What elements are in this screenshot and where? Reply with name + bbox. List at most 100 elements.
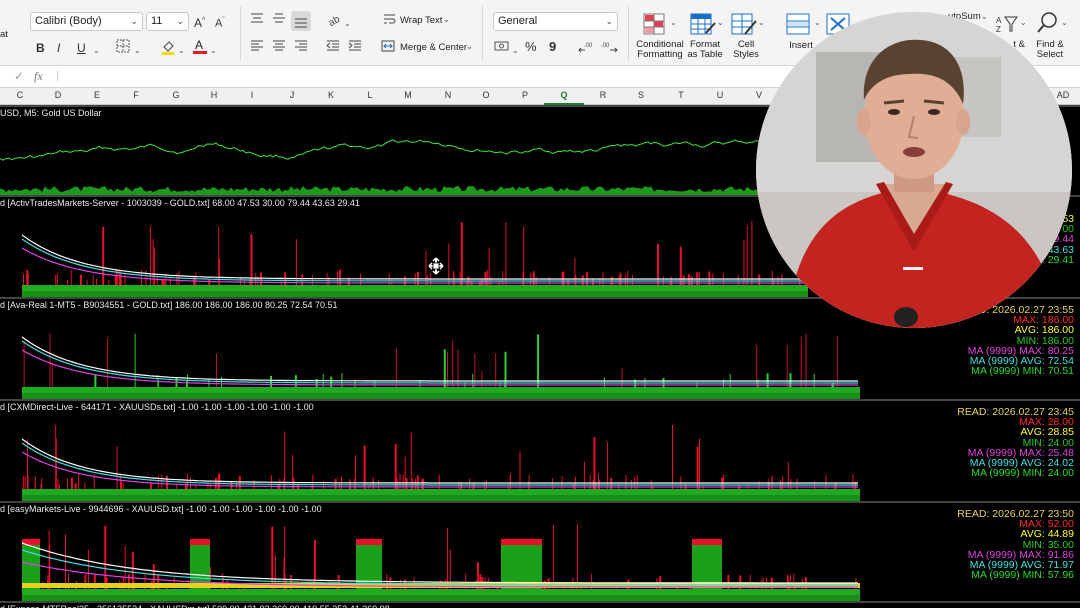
align-center-icon[interactable] xyxy=(272,40,286,56)
column-letter[interactable]: S xyxy=(631,90,651,100)
comma-style-button[interactable]: 9 xyxy=(549,39,556,55)
level-block-top xyxy=(501,539,542,545)
font-size-select[interactable]: 11 ⌄ xyxy=(146,12,189,31)
column-letter[interactable]: J xyxy=(282,90,302,100)
chevron-down-icon[interactable]: ⌄ xyxy=(344,14,351,32)
min-band xyxy=(22,285,808,291)
insert-cells-icon[interactable] xyxy=(786,13,812,38)
chevron-down-icon[interactable]: ⌄ xyxy=(93,41,100,59)
format-as-table-button[interactable]: Format as Table xyxy=(684,40,726,60)
column-letter[interactable]: E xyxy=(87,90,107,100)
font-color-icon[interactable]: A xyxy=(192,37,208,59)
chevron-down-icon[interactable]: ⌄ xyxy=(814,17,821,28)
column-letter[interactable]: V xyxy=(749,90,769,100)
decrease-font-icon[interactable]: Aˇ xyxy=(215,13,225,32)
column-letter[interactable]: C xyxy=(10,90,30,100)
merge-center-icon[interactable] xyxy=(381,40,395,56)
increase-decimal-icon[interactable]: .00 xyxy=(578,40,596,58)
column-letter[interactable]: F xyxy=(126,90,146,100)
min-band xyxy=(22,589,860,595)
stats-line: MA (9999) MIN: 70.51 xyxy=(971,365,1074,378)
divider xyxy=(240,6,241,60)
chevron-down-icon[interactable]: ⌄ xyxy=(443,14,450,25)
chevron-down-icon[interactable]: ⌄ xyxy=(670,17,677,28)
stats-line: MA (9999) MIN: 57.96 xyxy=(971,569,1074,582)
stats-readout: READ: 2026.02.27 23:45 MAX: 28.00 AVG: 28.… xyxy=(957,407,1074,479)
level-block xyxy=(22,543,40,589)
chevron-down-icon[interactable]: ⌄ xyxy=(758,17,765,28)
align-middle-icon[interactable] xyxy=(272,12,286,28)
chevron-down-icon[interactable]: ⌄ xyxy=(210,41,217,59)
find-select-button[interactable]: Find & Select xyxy=(1030,40,1070,60)
decrease-indent-icon[interactable] xyxy=(326,40,340,56)
underline-button[interactable]: U xyxy=(77,40,86,56)
percent-style-button[interactable]: % xyxy=(525,39,537,55)
borders-icon[interactable] xyxy=(116,39,130,57)
chevron-down-icon[interactable]: ⌄ xyxy=(717,17,724,28)
find-select-icon[interactable] xyxy=(1036,11,1060,38)
column-letter[interactable]: U xyxy=(710,90,730,100)
align-top-icon[interactable] xyxy=(250,12,264,28)
conditional-formatting-icon[interactable] xyxy=(643,13,669,38)
column-letter[interactable]: L xyxy=(360,90,380,100)
italic-button[interactable]: I xyxy=(57,40,60,56)
align-bottom-icon[interactable] xyxy=(291,11,311,31)
chart-panel-title: d [Exness-MT5Real25 - 256135524 - XAUUSD… xyxy=(0,604,390,608)
chevron-down-icon[interactable]: ⌄ xyxy=(178,41,185,59)
column-letter[interactable]: I xyxy=(242,90,262,100)
format-as-table-icon[interactable] xyxy=(690,13,716,38)
align-right-icon[interactable] xyxy=(294,40,308,56)
column-letter[interactable]: P xyxy=(515,90,535,100)
wrap-text-button[interactable]: Wrap Text xyxy=(400,15,442,26)
svg-text:A: A xyxy=(195,38,203,52)
number-format-value: General xyxy=(498,15,538,27)
chevron-down-icon[interactable]: ⌄ xyxy=(512,41,519,59)
moving-average-line xyxy=(21,451,858,488)
align-left-icon[interactable] xyxy=(250,40,264,56)
column-letter[interactable]: O xyxy=(476,90,496,100)
svg-text:.00: .00 xyxy=(584,43,593,49)
column-letter[interactable]: M xyxy=(398,90,418,100)
bold-button[interactable]: B xyxy=(36,40,45,56)
cell-styles-button[interactable]: Cell Styles xyxy=(726,40,766,60)
column-letter[interactable]: N xyxy=(438,90,458,100)
column-letter[interactable]: Q xyxy=(544,90,584,105)
chart-plot xyxy=(0,132,860,195)
column-letter[interactable]: T xyxy=(671,90,691,100)
fill-color-icon[interactable] xyxy=(160,39,176,59)
cell-styles-label: Cell Styles xyxy=(733,39,759,60)
increase-indent-icon[interactable] xyxy=(348,40,362,56)
decrease-decimal-icon[interactable]: .00 xyxy=(601,40,619,58)
column-letter[interactable]: H xyxy=(204,90,224,100)
price-line xyxy=(0,132,859,161)
accounting-format-icon[interactable] xyxy=(494,40,510,56)
webcam-overlay xyxy=(756,12,1072,328)
conditional-formatting-button[interactable]: Conditional Formatting xyxy=(634,40,686,60)
chevron-down-icon[interactable]: ⌄ xyxy=(1020,17,1027,28)
orientation-icon[interactable]: ab xyxy=(327,12,344,30)
moving-average-line xyxy=(21,340,858,384)
level-block-top xyxy=(692,539,722,545)
sort-filter-icon[interactable]: AZ xyxy=(996,14,1020,37)
moving-average-line xyxy=(21,542,858,584)
column-letter[interactable]: AD xyxy=(1053,90,1073,100)
number-format-select[interactable]: General ⌄ xyxy=(493,12,618,31)
column-letter[interactable]: K xyxy=(321,90,341,100)
column-letter[interactable]: D xyxy=(48,90,68,100)
volume-area xyxy=(0,186,860,195)
chevron-down-icon[interactable]: ⌄ xyxy=(981,11,988,22)
wrap-text-icon[interactable] xyxy=(383,13,396,29)
chevron-down-icon[interactable]: ⌄ xyxy=(1061,17,1068,28)
function-icon[interactable]: fx xyxy=(34,69,43,84)
chevron-down-icon[interactable]: ⌄ xyxy=(466,41,473,52)
font-name-select[interactable]: Calibri (Body) ⌄ xyxy=(30,12,143,31)
increase-font-icon[interactable]: A^ xyxy=(194,13,205,31)
svg-text:Z: Z xyxy=(996,25,1001,34)
check-icon[interactable]: ✓ xyxy=(14,69,24,83)
merge-center-button[interactable]: Merge & Center xyxy=(400,42,467,53)
column-letter[interactable]: G xyxy=(166,90,186,100)
chevron-down-icon[interactable]: ⌄ xyxy=(134,41,141,59)
svg-text:A: A xyxy=(996,16,1002,25)
column-letter[interactable]: R xyxy=(593,90,613,100)
cell-styles-icon[interactable] xyxy=(731,13,757,38)
